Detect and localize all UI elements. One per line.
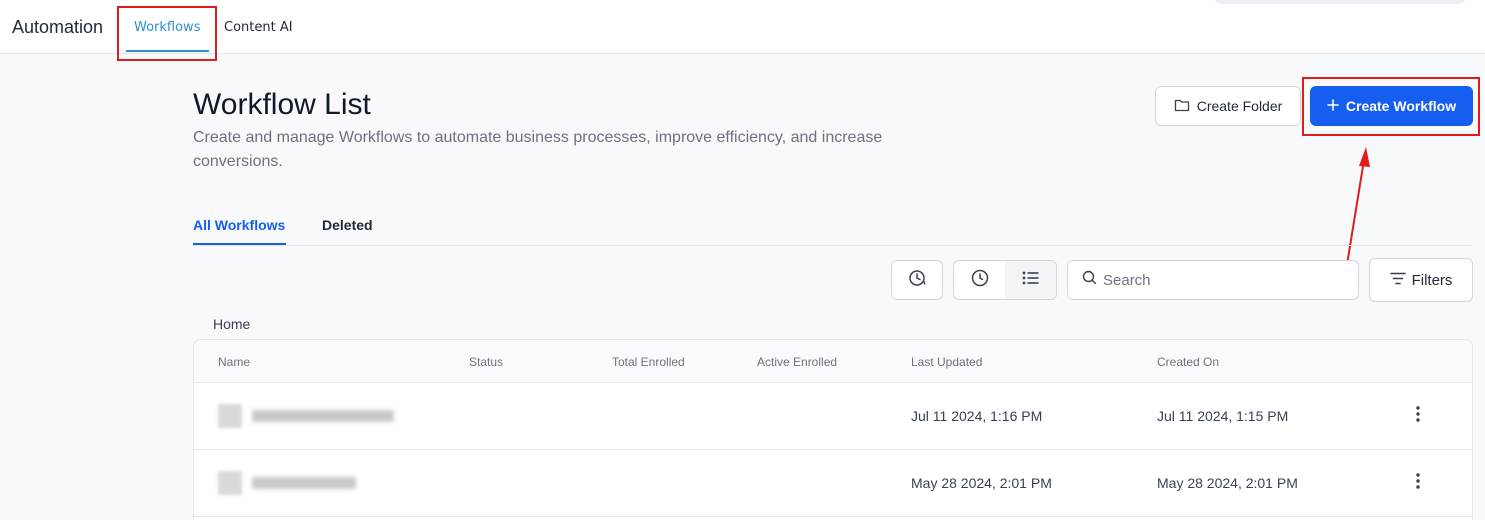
redacted-name-text — [252, 410, 394, 422]
workflow-name-redacted[interactable] — [218, 471, 356, 495]
kebab-icon — [1416, 472, 1420, 494]
last-updated-cell: May 28 2024, 2:01 PM — [911, 475, 1052, 491]
workflow-name-redacted[interactable] — [218, 404, 394, 428]
kebab-icon — [1416, 405, 1420, 427]
view-toggle-group — [953, 260, 1057, 300]
search-icon — [1082, 270, 1097, 290]
column-header-status[interactable]: Status — [469, 355, 503, 369]
table-row[interactable]: Jul 11 2024, 1:16 PM Jul 11 2024, 1:15 P… — [194, 383, 1472, 450]
clock-history-icon — [908, 269, 926, 292]
breadcrumb-home[interactable]: Home — [213, 316, 250, 332]
list-view-button[interactable] — [1005, 261, 1056, 299]
recent-history-button[interactable] — [891, 260, 943, 300]
tab-deleted[interactable]: Deleted — [322, 217, 373, 233]
table-header: Name Status Total Enrolled Active Enroll… — [194, 340, 1472, 383]
workflow-icon — [218, 404, 242, 428]
timeline-view-button[interactable] — [954, 261, 1006, 299]
column-header-total-enrolled[interactable]: Total Enrolled — [612, 355, 685, 369]
table-row[interactable]: May 28 2024, 2:01 PM May 28 2024, 2:01 P… — [194, 450, 1472, 517]
search-field — [1067, 260, 1359, 300]
row-actions-button[interactable] — [1406, 472, 1430, 494]
search-input[interactable] — [1103, 271, 1343, 289]
column-header-name[interactable]: Name — [218, 355, 250, 369]
list-icon — [1022, 271, 1040, 290]
redacted-name-text — [252, 477, 356, 489]
last-updated-cell: Jul 11 2024, 1:16 PM — [911, 408, 1043, 424]
column-header-created-on[interactable]: Created On — [1157, 355, 1219, 369]
active-sub-tab-indicator — [193, 243, 286, 245]
row-actions-button[interactable] — [1406, 405, 1430, 427]
filters-button[interactable]: Filters — [1369, 258, 1473, 302]
column-header-last-updated[interactable]: Last Updated — [911, 355, 982, 369]
workflow-table: Name Status Total Enrolled Active Enroll… — [193, 339, 1473, 520]
created-on-cell: Jul 11 2024, 1:15 PM — [1157, 408, 1289, 424]
filter-icon — [1389, 272, 1406, 289]
clock-icon — [971, 269, 989, 292]
sub-tabs-divider — [193, 245, 1473, 246]
workflow-icon — [218, 471, 242, 495]
column-header-active-enrolled[interactable]: Active Enrolled — [757, 355, 837, 369]
created-on-cell: May 28 2024, 2:01 PM — [1157, 475, 1298, 491]
filters-label: Filters — [1411, 271, 1453, 289]
tab-all-workflows[interactable]: All Workflows — [193, 217, 285, 233]
